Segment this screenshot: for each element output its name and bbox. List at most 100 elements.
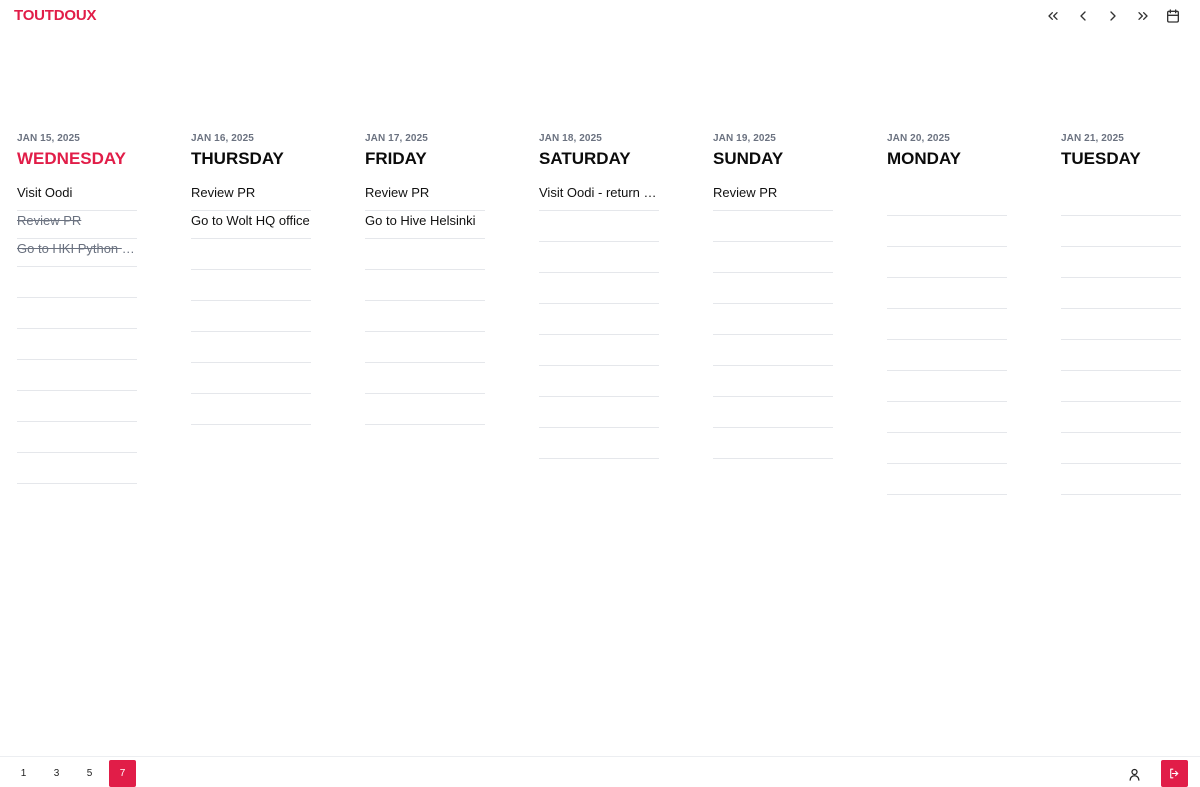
top-bar: TOUTDOUX (0, 0, 1200, 32)
empty-todo-slot[interactable] (713, 273, 833, 304)
empty-todo-slot[interactable] (713, 366, 833, 397)
empty-todo-slot[interactable] (887, 340, 1007, 371)
day-column: JAN 19, 2025 SUNDAY Review PR (713, 133, 833, 459)
empty-todo-slot[interactable] (365, 363, 485, 394)
empty-todo-slot[interactable] (365, 239, 485, 270)
empty-todo-slot[interactable] (17, 422, 137, 453)
day-column: JAN 16, 2025 THURSDAY Review PR Go to Wolt … (191, 133, 311, 425)
empty-todo-slot[interactable] (1061, 340, 1181, 371)
day-column: JAN 18, 2025 SATURDAY Visit Oodi - return … (539, 133, 659, 459)
empty-todo-slot[interactable] (365, 301, 485, 332)
todo-item-done[interactable]: Review PR (17, 211, 137, 239)
todo-item[interactable]: Go to Hive Helsinki (365, 211, 485, 239)
todo-item[interactable]: Review PR (365, 183, 485, 211)
previous-week-button[interactable] (1042, 5, 1064, 27)
todo-item[interactable]: Visit Oodi (17, 183, 137, 211)
days-count-option[interactable]: 3 (43, 760, 70, 787)
empty-todo-slot[interactable] (713, 428, 833, 459)
app-logo[interactable]: TOUTDOUX (14, 7, 96, 24)
day-weekday: TUESDAY (1061, 149, 1141, 168)
empty-todo-slot[interactable] (713, 242, 833, 273)
logout-icon (1170, 768, 1179, 779)
empty-todo-slot[interactable] (887, 247, 1007, 278)
empty-todo-slot[interactable] (365, 394, 485, 425)
days-count-option[interactable]: 1 (10, 760, 37, 787)
next-day-button[interactable] (1102, 5, 1124, 27)
todo-list: Review PR Go to Hive Helsinki (365, 183, 485, 425)
empty-todo-slot[interactable] (1061, 433, 1181, 464)
todo-list (887, 185, 1007, 495)
empty-todo-slot[interactable] (191, 363, 311, 394)
empty-todo-slot[interactable] (1061, 216, 1181, 247)
empty-todo-slot[interactable] (17, 453, 137, 484)
days-count-option[interactable]: 7 (109, 760, 136, 787)
empty-todo-slot[interactable] (713, 304, 833, 335)
todo-list: Visit Oodi Review PR Go to HKI Python M… (17, 183, 137, 484)
empty-todo-slot[interactable] (1061, 371, 1181, 402)
todo-list (1061, 185, 1181, 495)
profile-button[interactable] (1123, 763, 1145, 785)
todo-item[interactable]: Go to Wolt HQ office (191, 211, 311, 239)
day-date: JAN 16, 2025 (191, 133, 254, 144)
day-date: JAN 19, 2025 (713, 133, 776, 144)
empty-todo-slot[interactable] (17, 267, 137, 298)
empty-todo-slot[interactable] (539, 304, 659, 335)
empty-todo-slot[interactable] (539, 366, 659, 397)
empty-todo-slot[interactable] (887, 464, 1007, 495)
empty-todo-slot[interactable] (713, 335, 833, 366)
empty-todo-slot[interactable] (539, 335, 659, 366)
empty-todo-slot[interactable] (191, 332, 311, 363)
day-weekday: SUNDAY (713, 149, 784, 168)
empty-todo-slot[interactable] (1061, 278, 1181, 309)
empty-todo-slot[interactable] (17, 298, 137, 329)
empty-todo-slot[interactable] (887, 278, 1007, 309)
empty-todo-slot[interactable] (713, 397, 833, 428)
empty-todo-slot[interactable] (887, 185, 1007, 216)
empty-todo-slot[interactable] (191, 239, 311, 270)
empty-todo-slot[interactable] (17, 391, 137, 422)
empty-todo-slot[interactable] (1061, 309, 1181, 340)
empty-todo-slot[interactable] (1061, 464, 1181, 495)
empty-todo-slot[interactable] (1061, 185, 1181, 216)
day-date: JAN 20, 2025 (887, 133, 950, 144)
next-week-button[interactable] (1132, 5, 1154, 27)
empty-todo-slot[interactable] (17, 329, 137, 360)
empty-todo-slot[interactable] (887, 216, 1007, 247)
day-column: JAN 20, 2025 MONDAY (887, 133, 1007, 495)
empty-todo-slot[interactable] (365, 270, 485, 301)
empty-todo-slot[interactable] (1061, 402, 1181, 433)
empty-todo-slot[interactable] (887, 402, 1007, 433)
empty-todo-slot[interactable] (887, 433, 1007, 464)
day-weekday: THURSDAY (191, 149, 284, 168)
logout-button[interactable] (1161, 760, 1188, 787)
empty-todo-slot[interactable] (539, 242, 659, 273)
days-count-option[interactable]: 5 (76, 760, 103, 787)
empty-todo-slot[interactable] (539, 397, 659, 428)
empty-todo-slot[interactable] (17, 360, 137, 391)
empty-todo-slot[interactable] (887, 371, 1007, 402)
empty-todo-slot[interactable] (713, 211, 833, 242)
empty-todo-slot[interactable] (539, 428, 659, 459)
day-date: JAN 21, 2025 (1061, 133, 1124, 144)
empty-todo-slot[interactable] (539, 273, 659, 304)
empty-todo-slot[interactable] (365, 332, 485, 363)
today-calendar-button[interactable] (1162, 5, 1184, 27)
previous-day-button[interactable] (1072, 5, 1094, 27)
empty-todo-slot[interactable] (191, 394, 311, 425)
days-count-selector: 1357 (10, 760, 136, 787)
todo-item[interactable]: Review PR (191, 183, 311, 211)
todo-item[interactable]: Visit Oodi - return bo… (539, 183, 659, 211)
empty-todo-slot[interactable] (539, 211, 659, 242)
empty-todo-slot[interactable] (191, 270, 311, 301)
todo-item-done[interactable]: Go to HKI Python M… (17, 239, 137, 267)
calendar-icon (1167, 9, 1179, 23)
empty-todo-slot[interactable] (191, 301, 311, 332)
day-date: JAN 15, 2025 (17, 133, 80, 144)
empty-todo-slot[interactable] (1061, 247, 1181, 278)
double-chevron-left-icon (1048, 12, 1058, 20)
empty-todo-slot[interactable] (887, 309, 1007, 340)
day-weekday: SATURDAY (539, 149, 631, 168)
todo-item[interactable]: Review PR (713, 183, 833, 211)
day-column: JAN 21, 2025 TUESDAY (1061, 133, 1181, 495)
user-icon (1129, 768, 1139, 781)
